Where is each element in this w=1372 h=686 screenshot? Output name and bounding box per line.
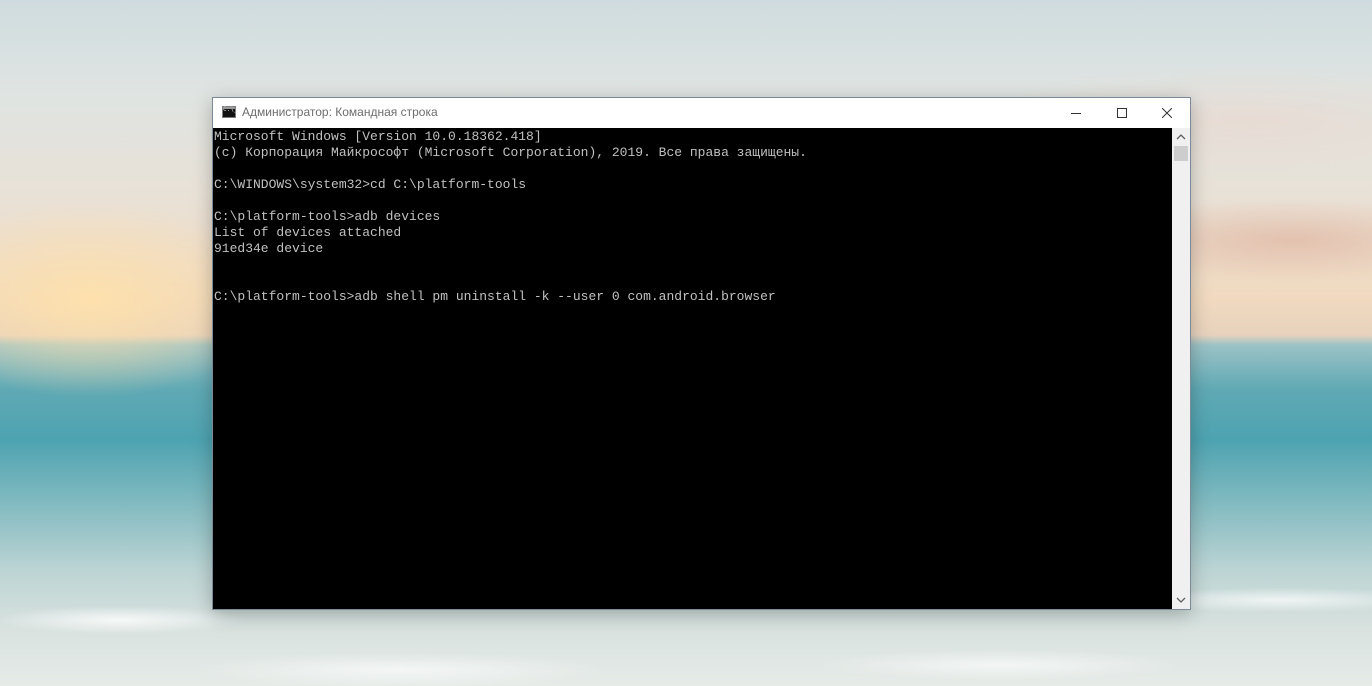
maximize-button[interactable] xyxy=(1099,98,1145,128)
console-output[interactable]: Microsoft Windows [Version 10.0.18362.41… xyxy=(213,128,1172,609)
chevron-up-icon xyxy=(1176,134,1186,140)
close-icon xyxy=(1162,108,1172,118)
maximize-icon xyxy=(1117,108,1127,118)
command-prompt-window[interactable]: Администратор: Командная строка Microsof… xyxy=(212,97,1191,610)
close-button[interactable] xyxy=(1144,98,1190,128)
chevron-down-icon xyxy=(1176,597,1186,603)
console-line: (c) Корпорация Майкрософт (Microsoft Cor… xyxy=(214,145,807,160)
console-prompt-line[interactable]: C:\platform-tools>adb shell pm uninstall… xyxy=(214,289,807,305)
console-line: 91ed34e device xyxy=(214,241,324,256)
scroll-up-button[interactable] xyxy=(1172,128,1190,145)
scroll-thumb[interactable] xyxy=(1174,146,1188,161)
console-line: C:\platform-tools>adb devices xyxy=(214,209,441,224)
window-title: Администратор: Командная строка xyxy=(242,105,438,119)
minimize-icon xyxy=(1071,113,1081,114)
cmd-icon[interactable] xyxy=(222,106,237,118)
console-line: C:\WINDOWS\system32>cd C:\platform-tools xyxy=(214,177,527,192)
minimize-button[interactable] xyxy=(1053,98,1099,128)
title-bar[interactable]: Администратор: Командная строка xyxy=(213,98,1190,128)
console-line: Microsoft Windows [Version 10.0.18362.41… xyxy=(214,129,542,144)
vertical-scrollbar[interactable] xyxy=(1172,128,1190,609)
console-lines: Microsoft Windows [Version 10.0.18362.41… xyxy=(214,129,807,305)
scroll-down-button[interactable] xyxy=(1172,592,1190,609)
console-line: List of devices attached xyxy=(214,225,402,240)
